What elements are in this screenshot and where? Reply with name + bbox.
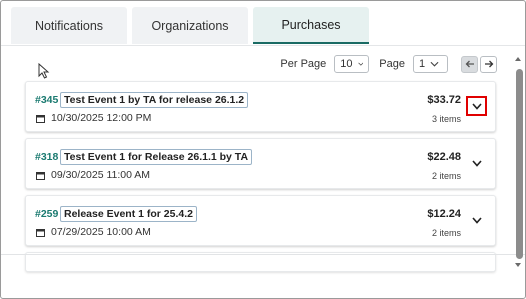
- per-page-select[interactable]: 10: [334, 55, 370, 73]
- arrow-right-icon: [484, 60, 493, 68]
- tab-bar: Notifications Organizations Purchases: [11, 7, 369, 44]
- order-number: #345: [35, 94, 59, 106]
- footer-divider: [1, 254, 525, 255]
- purchase-card[interactable]: #259 Release Event 1 for 25.4.2 07/29/20…: [25, 195, 496, 246]
- pagination: Per Page 10 Page 1: [280, 55, 497, 73]
- calendar-icon: [36, 171, 45, 180]
- order-amount: $12.24: [427, 208, 461, 220]
- per-page-value: 10: [340, 58, 353, 70]
- tab-notifications[interactable]: Notifications: [11, 7, 127, 44]
- expand-button[interactable]: [466, 96, 487, 116]
- purchase-card[interactable]: #345 Test Event 1 by TA for release 26.1…: [25, 81, 496, 132]
- chevron-down-icon: [471, 159, 482, 167]
- per-page-label: Per Page: [280, 58, 327, 70]
- purchases-panel: Notifications Organizations Purchases Pe…: [0, 0, 526, 299]
- chevron-down-icon: [430, 61, 439, 67]
- mouse-cursor-icon: [38, 63, 50, 79]
- tab-organizations[interactable]: Organizations: [132, 7, 248, 44]
- purchase-list: #345 Test Event 1 by TA for release 26.1…: [25, 81, 496, 278]
- expand-button[interactable]: [466, 153, 487, 173]
- chevron-down-icon: [357, 62, 363, 66]
- chevron-down-icon: [471, 216, 482, 224]
- order-date-text: 10/30/2025 12:00 PM: [51, 112, 152, 124]
- event-title: Test Event 1 for Release 26.1.1 by TA: [60, 149, 253, 165]
- order-amount: $22.48: [427, 151, 461, 163]
- page-value: 1: [419, 58, 426, 70]
- scrollbar-thumb[interactable]: [516, 69, 523, 259]
- tab-divider: [1, 45, 525, 46]
- item-count: 3 items: [431, 114, 461, 124]
- order-date-text: 07/29/2025 10:00 AM: [51, 226, 151, 238]
- order-number: #318: [35, 151, 59, 163]
- calendar-icon: [36, 228, 45, 237]
- page-select[interactable]: 1: [413, 55, 448, 73]
- scroll-up-arrow[interactable]: [515, 57, 521, 61]
- item-count: 2 items: [431, 171, 461, 181]
- order-date: 09/30/2025 11:00 AM: [36, 169, 150, 181]
- scroll-down-arrow[interactable]: [515, 263, 521, 267]
- page-label: Page: [379, 58, 405, 70]
- tab-purchases[interactable]: Purchases: [253, 7, 369, 44]
- calendar-icon: [36, 114, 45, 123]
- order-amount: $33.72: [427, 94, 461, 106]
- event-title: Test Event 1 by TA for release 26.1.2: [60, 92, 249, 108]
- chevron-down-icon: [471, 102, 482, 110]
- order-number: #259: [35, 208, 59, 220]
- order-date-text: 09/30/2025 11:00 AM: [51, 169, 151, 181]
- order-date: 07/29/2025 10:00 AM: [36, 226, 151, 238]
- purchase-card-partial[interactable]: [25, 252, 496, 272]
- item-count: 2 items: [431, 228, 461, 238]
- event-title: Release Event 1 for 25.4.2: [60, 206, 197, 222]
- expand-button[interactable]: [466, 210, 487, 230]
- previous-page-button[interactable]: [461, 55, 478, 73]
- order-date: 10/30/2025 12:00 PM: [36, 112, 151, 124]
- next-page-button[interactable]: [480, 55, 497, 73]
- purchase-card[interactable]: #318 Test Event 1 for Release 26.1.1 by …: [25, 138, 496, 189]
- arrow-left-icon: [465, 60, 474, 68]
